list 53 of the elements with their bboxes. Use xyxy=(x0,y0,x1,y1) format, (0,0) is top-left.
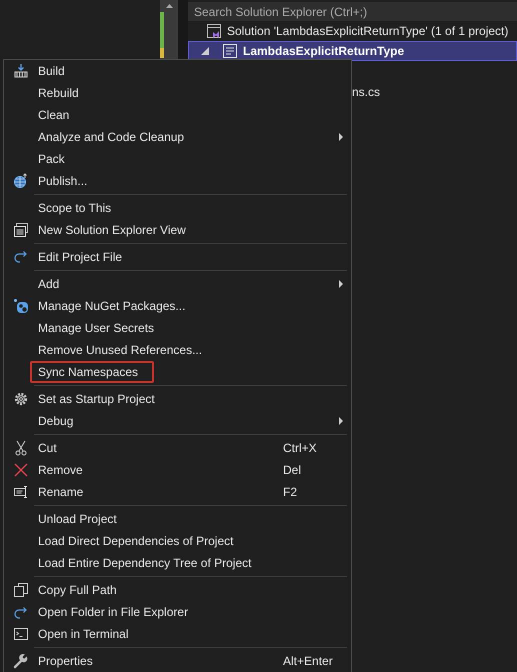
wrench-icon xyxy=(13,653,29,669)
menu-item[interactable]: New Solution Explorer View xyxy=(4,219,351,241)
menu-item[interactable]: Build xyxy=(4,60,351,82)
tree-item[interactable]: LambdasExplicitReturnType xyxy=(188,41,517,61)
menu-item[interactable]: Pack xyxy=(4,148,351,170)
globe-icon xyxy=(13,173,29,189)
window-list-icon xyxy=(13,222,29,238)
menu-item[interactable]: Publish... xyxy=(4,170,351,192)
shortcut-label: Alt+Enter xyxy=(283,654,334,668)
menu-item[interactable]: Load Direct Dependencies of Project xyxy=(4,530,351,552)
tree-item-label: Solution 'LambdasExplicitReturnType' (1 of 1 project) xyxy=(227,24,508,38)
menu-item[interactable]: Rebuild xyxy=(4,82,351,104)
menu-item[interactable]: Edit Project File xyxy=(4,246,351,268)
tree-item-label: LambdasExplicitReturnType xyxy=(243,44,404,58)
menu-item[interactable]: Set as Startup Project xyxy=(4,388,351,410)
menu-item[interactable]: Cut Ctrl+X xyxy=(4,437,351,459)
menu-item[interactable]: Unload Project xyxy=(4,508,351,530)
menu-item[interactable]: Load Entire Dependency Tree of Project xyxy=(4,552,351,574)
copy-icon xyxy=(13,582,29,598)
menu-item[interactable]: Open Folder in File Explorer xyxy=(4,601,351,623)
menu-item[interactable]: Scope to This xyxy=(4,197,351,219)
rename-icon xyxy=(13,484,29,500)
settings-icon xyxy=(13,391,29,407)
solution-icon xyxy=(206,23,222,39)
menu-item[interactable]: Open in Terminal xyxy=(4,623,351,645)
menu-item[interactable]: Remove Del xyxy=(4,459,351,481)
terminal-icon xyxy=(13,626,29,642)
menu-item[interactable]: Clean xyxy=(4,104,351,126)
scissors-icon xyxy=(13,440,29,456)
build-icon xyxy=(13,63,29,79)
project-icon xyxy=(222,43,238,59)
expand-arrow-icon[interactable] xyxy=(201,47,209,55)
shortcut-label: Del xyxy=(283,463,302,477)
menu-item[interactable]: Debug xyxy=(4,410,351,432)
search-field[interactable]: Search Solution Explorer (Ctrl+;) xyxy=(188,2,517,21)
menu-item[interactable]: Copy Full Path xyxy=(4,579,351,601)
package-icon xyxy=(13,298,29,314)
tree-item[interactable]: Solution 'LambdasExplicitReturnType' (1 of 1 project) xyxy=(188,21,517,41)
redo-arrow-icon xyxy=(13,249,29,265)
shortcut-label: F2 xyxy=(283,485,298,499)
menu-item[interactable]: Manage User Secrets xyxy=(4,317,351,339)
shortcut-label: Ctrl+X xyxy=(283,441,318,455)
menu-item[interactable]: Manage NuGet Packages... xyxy=(4,295,351,317)
tree-item-label: ns.cs xyxy=(352,85,380,99)
menu-item[interactable]: Remove Unused References... xyxy=(4,339,351,361)
menu-item[interactable]: Add xyxy=(4,273,351,295)
menu-item[interactable]: Properties Alt+Enter xyxy=(4,650,351,672)
scrollbar[interactable] xyxy=(160,0,178,60)
menu-item[interactable]: Rename F2 xyxy=(4,481,351,503)
menu-item[interactable]: Sync Namespaces xyxy=(4,361,351,383)
redo-arrow-icon xyxy=(13,604,29,620)
close-icon xyxy=(13,462,29,478)
menu-item[interactable]: Analyze and Code Cleanup xyxy=(4,126,351,148)
